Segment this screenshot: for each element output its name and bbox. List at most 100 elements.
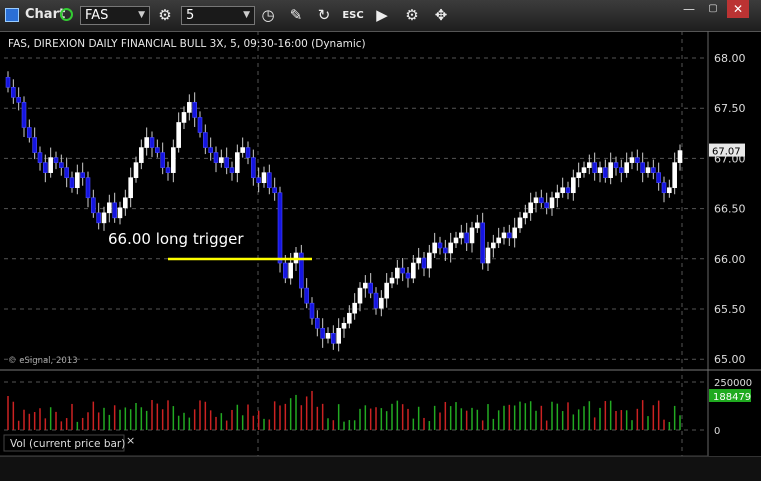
candle: [608, 162, 613, 178]
candle: [123, 197, 128, 209]
candle: [304, 287, 309, 304]
candle: [32, 137, 37, 153]
price-tick-label: 68.00: [714, 52, 746, 65]
candle: [176, 122, 181, 148]
candle: [352, 302, 357, 314]
candle: [533, 197, 539, 204]
candle: [208, 147, 213, 153]
chart-svg[interactable]: 68.0067.5067.0066.5066.0065.5065.00FAS, …: [0, 0, 761, 456]
candle: [272, 187, 277, 194]
price-tick-label: 67.50: [714, 102, 746, 115]
candle: [256, 177, 261, 183]
candle: [133, 162, 139, 178]
candle: [288, 262, 293, 279]
candle: [277, 192, 283, 264]
price-tick-label: 66.50: [714, 203, 746, 216]
price-tick-label: 65.50: [714, 303, 746, 316]
candle: [213, 152, 219, 163]
candle: [96, 212, 101, 224]
candle: [192, 102, 197, 118]
candle: [635, 157, 640, 163]
candle: [5, 76, 11, 88]
candle: [432, 242, 437, 254]
candle: [411, 262, 416, 279]
candle: [437, 242, 443, 249]
candle: [325, 332, 331, 339]
volume-last-label: 188479: [713, 392, 751, 403]
candle: [357, 287, 363, 304]
candle: [416, 257, 421, 264]
price-tick-label: 65.00: [714, 353, 746, 366]
candle: [651, 167, 656, 173]
candle: [320, 327, 325, 339]
candle: [603, 167, 608, 178]
candle: [395, 267, 400, 279]
candle: [640, 162, 645, 173]
candle: [43, 162, 48, 173]
candle: [27, 127, 32, 138]
candle: [501, 232, 507, 239]
candle: [677, 150, 683, 163]
candle: [267, 172, 272, 189]
candle: [507, 232, 512, 239]
candle: [69, 177, 75, 189]
candle: [400, 267, 405, 274]
candle: [629, 157, 635, 163]
candle: [448, 242, 453, 254]
candle: [512, 227, 517, 239]
candle: [560, 187, 565, 194]
candle: [101, 212, 107, 224]
candle: [421, 257, 427, 269]
candle: [549, 197, 555, 209]
candle: [368, 282, 373, 294]
candle: [565, 187, 571, 194]
candle: [581, 167, 587, 173]
candle: [517, 217, 523, 229]
candle: [656, 172, 661, 184]
candle: [571, 177, 576, 194]
candle: [85, 177, 91, 199]
candle: [597, 167, 603, 173]
candle: [459, 232, 464, 239]
candle: [251, 157, 256, 178]
candle: [555, 192, 560, 199]
candle: [139, 147, 144, 163]
candle: [155, 147, 160, 153]
time-axis-bar: [0, 456, 761, 481]
candle: [443, 247, 448, 254]
candle: [544, 202, 549, 209]
candle: [187, 102, 192, 113]
candle: [453, 237, 459, 244]
candle: [528, 202, 533, 214]
candle: [181, 112, 187, 123]
candle: [405, 272, 411, 279]
candle: [539, 197, 544, 204]
candle: [91, 197, 96, 214]
candle: [75, 172, 80, 189]
candle: [59, 162, 64, 168]
volume-tick-label: 250000: [714, 378, 752, 389]
candle: [496, 237, 501, 244]
candle: [667, 187, 672, 194]
candle: [165, 167, 171, 173]
candle: [21, 102, 27, 128]
candle: [475, 222, 480, 229]
candle: [144, 137, 149, 148]
candle: [592, 162, 597, 173]
candle: [480, 222, 485, 264]
candle: [485, 247, 491, 264]
candle: [171, 147, 176, 173]
candle: [235, 152, 240, 173]
candle: [53, 157, 59, 163]
candle: [523, 212, 528, 219]
volume-tick-label: 0: [714, 426, 720, 437]
volume-study-close-icon[interactable]: ×: [126, 434, 135, 447]
annotation-label: 66.00 long trigger: [108, 230, 244, 248]
candle: [347, 312, 352, 324]
candle: [379, 297, 384, 309]
candle: [160, 152, 165, 168]
candle: [672, 162, 677, 189]
volume-study-label: Vol (current price bar): [10, 438, 125, 450]
candle: [576, 172, 581, 178]
candle: [309, 302, 315, 319]
